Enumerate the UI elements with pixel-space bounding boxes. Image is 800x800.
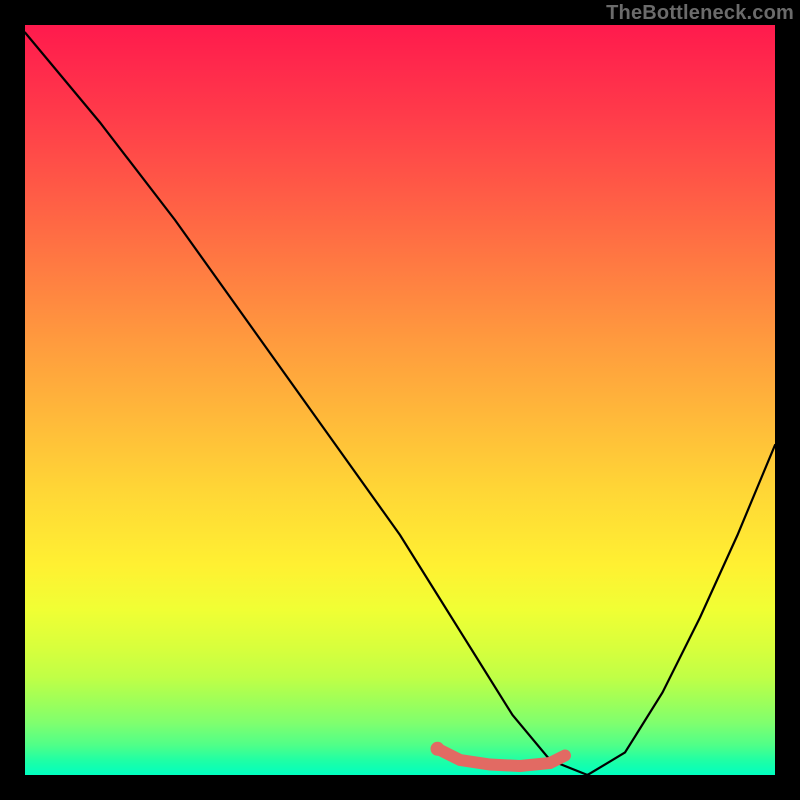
black-v-curve	[25, 33, 775, 776]
curve-layer	[25, 25, 775, 775]
plot-area	[25, 25, 775, 775]
coral-trough-marker	[438, 749, 566, 766]
chart-frame: TheBottleneck.com	[0, 0, 800, 800]
watermark-label: TheBottleneck.com	[606, 2, 794, 25]
coral-trough-start-dot	[431, 742, 445, 756]
